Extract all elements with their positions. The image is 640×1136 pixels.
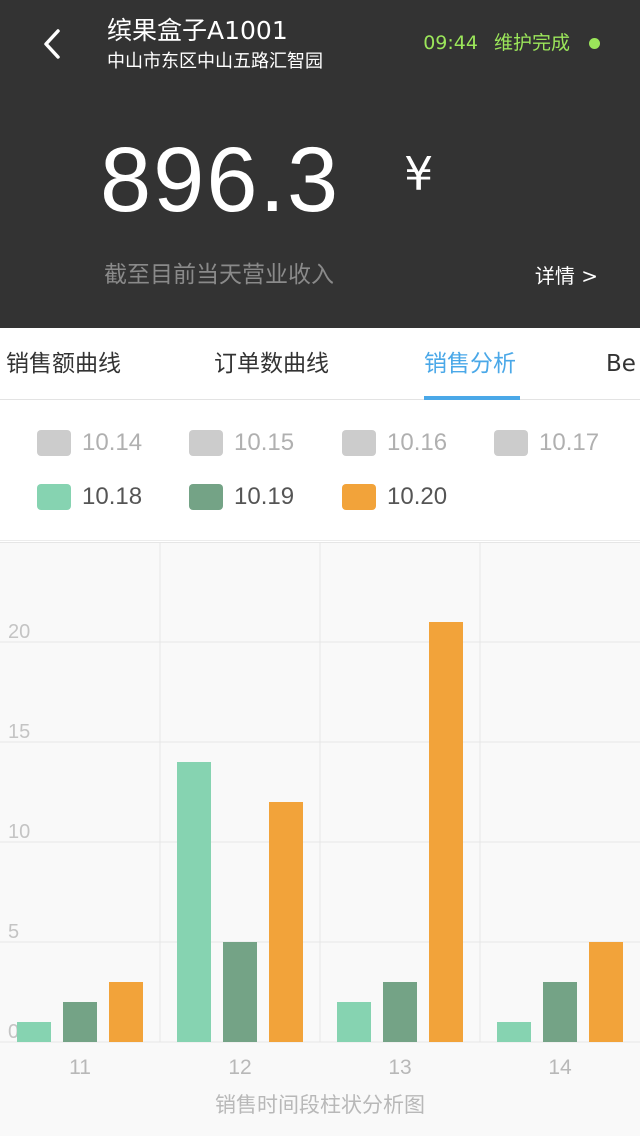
- bar-10.20-12: [269, 802, 303, 1042]
- x-tick-label: 13: [388, 1056, 411, 1079]
- bar-10.20-14: [589, 942, 623, 1042]
- bar-10.19-14: [543, 982, 577, 1042]
- legend-swatch: [37, 484, 71, 510]
- store-address: 中山市东区中山五路汇智园: [107, 51, 323, 72]
- legend-label: 10.15: [234, 429, 295, 456]
- chevron-left-icon: [44, 29, 60, 59]
- legend-item[interactable]: 10.17: [494, 423, 599, 463]
- back-button[interactable]: [30, 22, 74, 66]
- bar-10.18-14: [497, 1022, 531, 1042]
- store-title: 缤果盒子A1001: [107, 16, 288, 45]
- x-tick-label: 14: [548, 1056, 572, 1079]
- legend-label: 10.16: [387, 429, 448, 456]
- legend-item[interactable]: 10.20: [342, 477, 447, 517]
- tab-sales-curve[interactable]: 销售额曲线: [6, 328, 121, 400]
- legend-swatch: [342, 430, 376, 456]
- bar-10.18-12: [177, 762, 211, 1042]
- y-tick-label: 15: [8, 721, 30, 743]
- legend-label: 10.19: [234, 483, 295, 510]
- bar-10.19-12: [223, 942, 257, 1042]
- status-dot-icon: [589, 38, 600, 49]
- y-tick-label: 20: [8, 621, 30, 643]
- bar-10.20-13: [429, 622, 463, 1042]
- tab-orders-curve[interactable]: 订单数曲线: [214, 328, 329, 400]
- legend-item[interactable]: 10.14: [37, 423, 142, 463]
- x-axis-title: 销售时间段柱状分析图: [215, 1094, 425, 1117]
- chart-tabs: 销售额曲线 订单数曲线 销售分析 Be: [0, 328, 640, 400]
- legend-label: 10.14: [82, 429, 143, 456]
- legend-swatch: [189, 430, 223, 456]
- chart-legend: 10.14 10.15 10.16 10.17 10.18 10.19 10.2…: [0, 401, 640, 541]
- status-text: 维护完成: [493, 32, 570, 54]
- legend-item[interactable]: 10.18: [37, 477, 142, 517]
- tab-more[interactable]: Be: [606, 328, 636, 400]
- legend-swatch: [189, 484, 223, 510]
- bar-10.19-13: [383, 982, 417, 1042]
- sales-bar-chart: 0 5 10 15 20 11 12 13 14 销售时间段柱状分析图: [0, 542, 640, 1136]
- legend-item[interactable]: 10.15: [189, 423, 294, 463]
- bar-10.19-11: [63, 1002, 97, 1042]
- legend-label: 10.20: [387, 483, 448, 510]
- tab-sales-analysis[interactable]: 销售分析: [424, 328, 516, 400]
- active-tab-indicator: [424, 396, 520, 400]
- status-time: 09:44: [423, 32, 478, 54]
- y-tick-label: 10: [8, 821, 30, 843]
- bar-10.18-13: [337, 1002, 371, 1042]
- bar-10.18-11: [17, 1022, 51, 1042]
- x-tick-label: 12: [228, 1056, 251, 1079]
- revenue-amount: 896.3: [100, 129, 341, 231]
- legend-label: 10.18: [82, 483, 143, 510]
- y-tick-label: 5: [8, 921, 19, 943]
- bar-10.20-11: [109, 982, 143, 1042]
- currency-symbol: ¥: [404, 147, 434, 201]
- legend-item[interactable]: 10.19: [189, 477, 294, 517]
- legend-swatch: [342, 484, 376, 510]
- legend-label: 10.17: [539, 429, 600, 456]
- legend-swatch: [37, 430, 71, 456]
- maintenance-status: 09:44 维护完成: [423, 28, 570, 58]
- revenue-caption: 截至目前当天营业收入: [104, 262, 334, 288]
- x-tick-label: 11: [69, 1056, 91, 1079]
- store-header: 缤果盒子A1001 中山市东区中山五路汇智园 09:44 维护完成 896.3 …: [0, 0, 640, 328]
- legend-swatch: [494, 430, 528, 456]
- details-link[interactable]: 详情 >: [535, 260, 598, 292]
- bar-chart-svg: 0510152011 12 13 14销售时间段柱状分析图: [0, 542, 640, 1117]
- legend-item[interactable]: 10.16: [342, 423, 447, 463]
